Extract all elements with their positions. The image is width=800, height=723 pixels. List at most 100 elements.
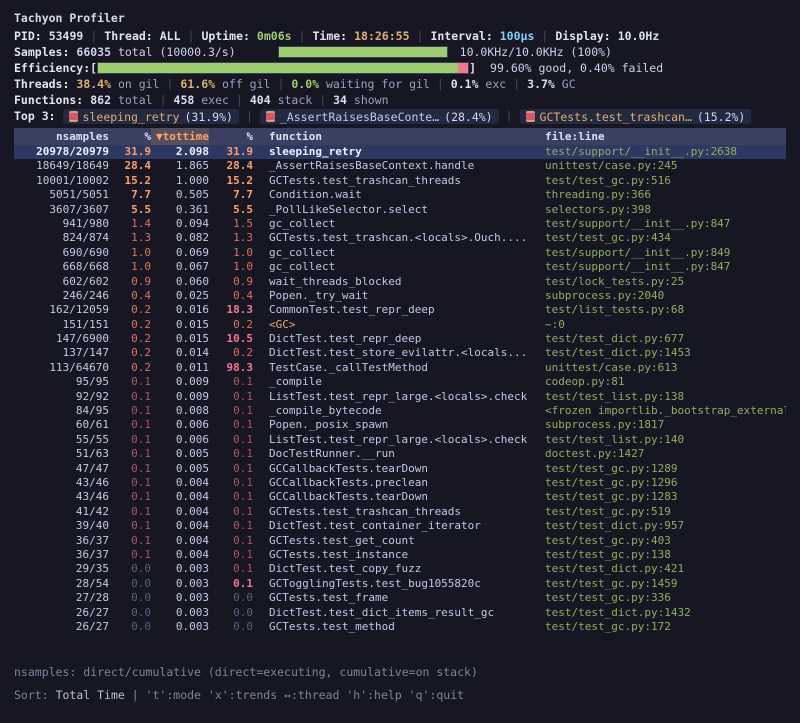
function-stat-label: total bbox=[111, 93, 153, 107]
col-direct-pct[interactable]: % bbox=[109, 128, 151, 145]
cell-function: GCCallbackTests.preclean bbox=[253, 476, 531, 490]
samples-count: 66035 bbox=[76, 45, 111, 59]
cell-function: gc_collect bbox=[253, 246, 531, 260]
table-row[interactable]: 26/270.00.0030.0DictTest.test_dict_items… bbox=[14, 606, 786, 620]
table-row[interactable]: 55/550.10.0060.1ListTest.test_repr_large… bbox=[14, 433, 786, 447]
status-display-label: Display: bbox=[555, 29, 610, 43]
table-row[interactable]: 84/950.10.0080.1_compile_bytecode<frozen… bbox=[14, 404, 786, 418]
table-row[interactable]: 3607/36075.50.3615.5_PollLikeSelector.se… bbox=[14, 203, 786, 217]
table-row[interactable]: 162/120590.20.01618.3CommonTest.test_rep… bbox=[14, 303, 786, 317]
table-row[interactable]: 151/1510.20.0150.2<GC>~:0 bbox=[14, 318, 786, 332]
cell-fileline: threading.py:366 bbox=[531, 188, 786, 202]
separator: | bbox=[90, 29, 97, 43]
cell-cum-pct: 0.0 bbox=[209, 606, 253, 620]
table-row[interactable]: 690/6901.00.0691.0gc_collecttest/support… bbox=[14, 246, 786, 260]
table-row[interactable]: 36/370.10.0040.1GCTests.test_get_countte… bbox=[14, 534, 786, 548]
footer-hints: | 't':mode 'x':trends ↔:thread 'h':help … bbox=[125, 688, 464, 702]
table-row[interactable]: 147/69000.20.01510.5DictTest.test_repr_d… bbox=[14, 332, 786, 346]
table-row[interactable]: 941/9801.40.0941.5gc_collecttest/support… bbox=[14, 217, 786, 231]
cell-function: GCCallbackTests.tearDown bbox=[253, 462, 531, 476]
table-row[interactable]: 95/950.10.0090.1_compilecodeop.py:81 bbox=[14, 375, 786, 389]
table-row[interactable]: 36/370.10.0040.1GCTests.test_instancetes… bbox=[14, 548, 786, 562]
cell-tottime: 0.003 bbox=[151, 591, 209, 605]
table-row[interactable]: 602/6020.90.0600.9wait_threads_blockedte… bbox=[14, 275, 786, 289]
cell-function: gc_collect bbox=[253, 260, 531, 274]
table-row[interactable]: 113/646700.20.01198.3TestCase._callTestM… bbox=[14, 361, 786, 375]
thread-stat: 0.0% waiting for gil bbox=[291, 77, 429, 91]
top-function-1[interactable]: sleeping_retry(31.9%) bbox=[63, 109, 239, 124]
cell-tottime: 1.865 bbox=[151, 159, 209, 173]
table-row[interactable]: 824/8741.30.0821.3GCTests.test_trashcan.… bbox=[14, 231, 786, 245]
status-time-value: 18:26:55 bbox=[354, 29, 409, 43]
table-row[interactable]: 137/1470.20.0140.2DictTest.test_store_ev… bbox=[14, 346, 786, 360]
table-row[interactable]: 5051/50517.70.5057.7Condition.waitthread… bbox=[14, 188, 786, 202]
cell-cum-pct: 0.9 bbox=[209, 275, 253, 289]
thread-stat: 38.4% on gil bbox=[76, 77, 159, 91]
cell-direct-pct: 0.1 bbox=[109, 418, 151, 432]
table-row[interactable]: 668/6681.00.0671.0gc_collecttest/support… bbox=[14, 260, 786, 274]
cell-tottime: 0.015 bbox=[151, 318, 209, 332]
cell-tottime: 0.004 bbox=[151, 490, 209, 504]
cell-cum-pct: 5.5 bbox=[209, 203, 253, 217]
efficiency-line: Efficiency:[]99.60% good, 0.40% failed bbox=[14, 60, 786, 76]
top-function-3[interactable]: GCTests.test_trashcan…(15.2%) bbox=[520, 109, 752, 124]
table-row[interactable]: 27/280.00.0030.0GCTests.test_frametest/t… bbox=[14, 591, 786, 605]
cell-tottime: 0.003 bbox=[151, 562, 209, 576]
table-row[interactable]: 246/2460.40.0250.4Popen._try_waitsubproc… bbox=[14, 289, 786, 303]
cell-tottime: 0.003 bbox=[151, 577, 209, 591]
col-fileline[interactable]: file:line bbox=[531, 128, 786, 145]
col-nsamples[interactable]: nsamples bbox=[14, 128, 109, 145]
table-row[interactable]: 39/400.10.0040.1DictTest.test_container_… bbox=[14, 519, 786, 533]
cell-cum-pct: 0.1 bbox=[209, 490, 253, 504]
col-cum-pct[interactable]: % bbox=[209, 128, 253, 145]
col-tottime-sorted[interactable]: ▼tottime bbox=[151, 128, 209, 145]
cell-function: GCTests.test_get_count bbox=[253, 534, 531, 548]
cell-nsamples: 55/55 bbox=[14, 433, 109, 447]
function-stat-label: exec bbox=[194, 93, 229, 107]
table-row[interactable]: 43/460.10.0040.1GCCallbackTests.tearDown… bbox=[14, 490, 786, 504]
cell-direct-pct: 0.2 bbox=[109, 361, 151, 375]
table-row[interactable]: 10001/1000215.21.00015.2GCTests.test_tra… bbox=[14, 174, 786, 188]
table-row[interactable]: 51/630.10.0050.1DocTestRunner.__rundocte… bbox=[14, 447, 786, 461]
cell-tottime: 0.067 bbox=[151, 260, 209, 274]
top-function-2[interactable]: _AssertRaisesBaseConte…(28.4%) bbox=[260, 109, 499, 124]
table-row[interactable]: 60/610.10.0060.1Popen._posix_spawnsubpro… bbox=[14, 418, 786, 432]
cell-direct-pct: 0.1 bbox=[109, 404, 151, 418]
table-row[interactable]: 41/420.10.0040.1GCTests.test_trashcan_th… bbox=[14, 505, 786, 519]
samples-rate-bar-fill bbox=[279, 47, 447, 57]
cell-cum-pct: 0.1 bbox=[209, 418, 253, 432]
cell-tottime: 0.005 bbox=[151, 462, 209, 476]
cell-cum-pct: 0.1 bbox=[209, 375, 253, 389]
table-row[interactable]: 20978/2097931.92.09831.9sleeping_retryte… bbox=[14, 145, 786, 159]
cell-function: DictTest.test_dict_items_result_gc bbox=[253, 606, 531, 620]
cell-fileline: test/test_gc.py:138 bbox=[531, 548, 786, 562]
footer-legend: nsamples: direct/cumulative (direct=exec… bbox=[14, 664, 478, 680]
cell-tottime: 0.016 bbox=[151, 303, 209, 317]
cell-function: GCTogglingTests.test_bug1055820c bbox=[253, 577, 531, 591]
table-row[interactable]: 92/920.10.0090.1ListTest.test_repr_large… bbox=[14, 390, 786, 404]
cell-nsamples: 3607/3607 bbox=[14, 203, 109, 217]
function-stat: 34 shown bbox=[333, 93, 388, 107]
cell-nsamples: 147/6900 bbox=[14, 332, 109, 346]
table-header: nsamples % ▼tottime % function file:line bbox=[14, 128, 786, 145]
bracket-close: ] bbox=[469, 61, 476, 75]
table-row[interactable]: 18649/1864928.41.86528.4_AssertRaisesBas… bbox=[14, 159, 786, 173]
cell-fileline: doctest.py:1427 bbox=[531, 447, 786, 461]
table-row[interactable]: 29/350.00.0030.1DictTest.test_copy_fuzzt… bbox=[14, 562, 786, 576]
table-row[interactable]: 47/470.10.0050.1GCCallbackTests.tearDown… bbox=[14, 462, 786, 476]
cell-nsamples: 137/147 bbox=[14, 346, 109, 360]
cell-fileline: test/test_gc.py:172 bbox=[531, 620, 786, 634]
cell-tottime: 0.025 bbox=[151, 289, 209, 303]
cell-nsamples: 60/61 bbox=[14, 418, 109, 432]
table-row[interactable]: 28/540.00.0030.1GCTogglingTests.test_bug… bbox=[14, 577, 786, 591]
cell-direct-pct: 0.1 bbox=[109, 505, 151, 519]
cell-nsamples: 95/95 bbox=[14, 375, 109, 389]
col-function[interactable]: function bbox=[253, 128, 531, 145]
cell-direct-pct: 0.1 bbox=[109, 548, 151, 562]
status-thread: Thread:ALL bbox=[104, 29, 180, 43]
table-row[interactable]: 26/270.00.0030.0GCTests.test_methodtest/… bbox=[14, 620, 786, 634]
cell-fileline: test/test_dict.py:1453 bbox=[531, 346, 786, 360]
function-stat-value: 458 bbox=[174, 93, 195, 107]
table-row[interactable]: 43/460.10.0040.1GCCallbackTests.preclean… bbox=[14, 476, 786, 490]
cell-fileline: test/lock_tests.py:25 bbox=[531, 275, 786, 289]
